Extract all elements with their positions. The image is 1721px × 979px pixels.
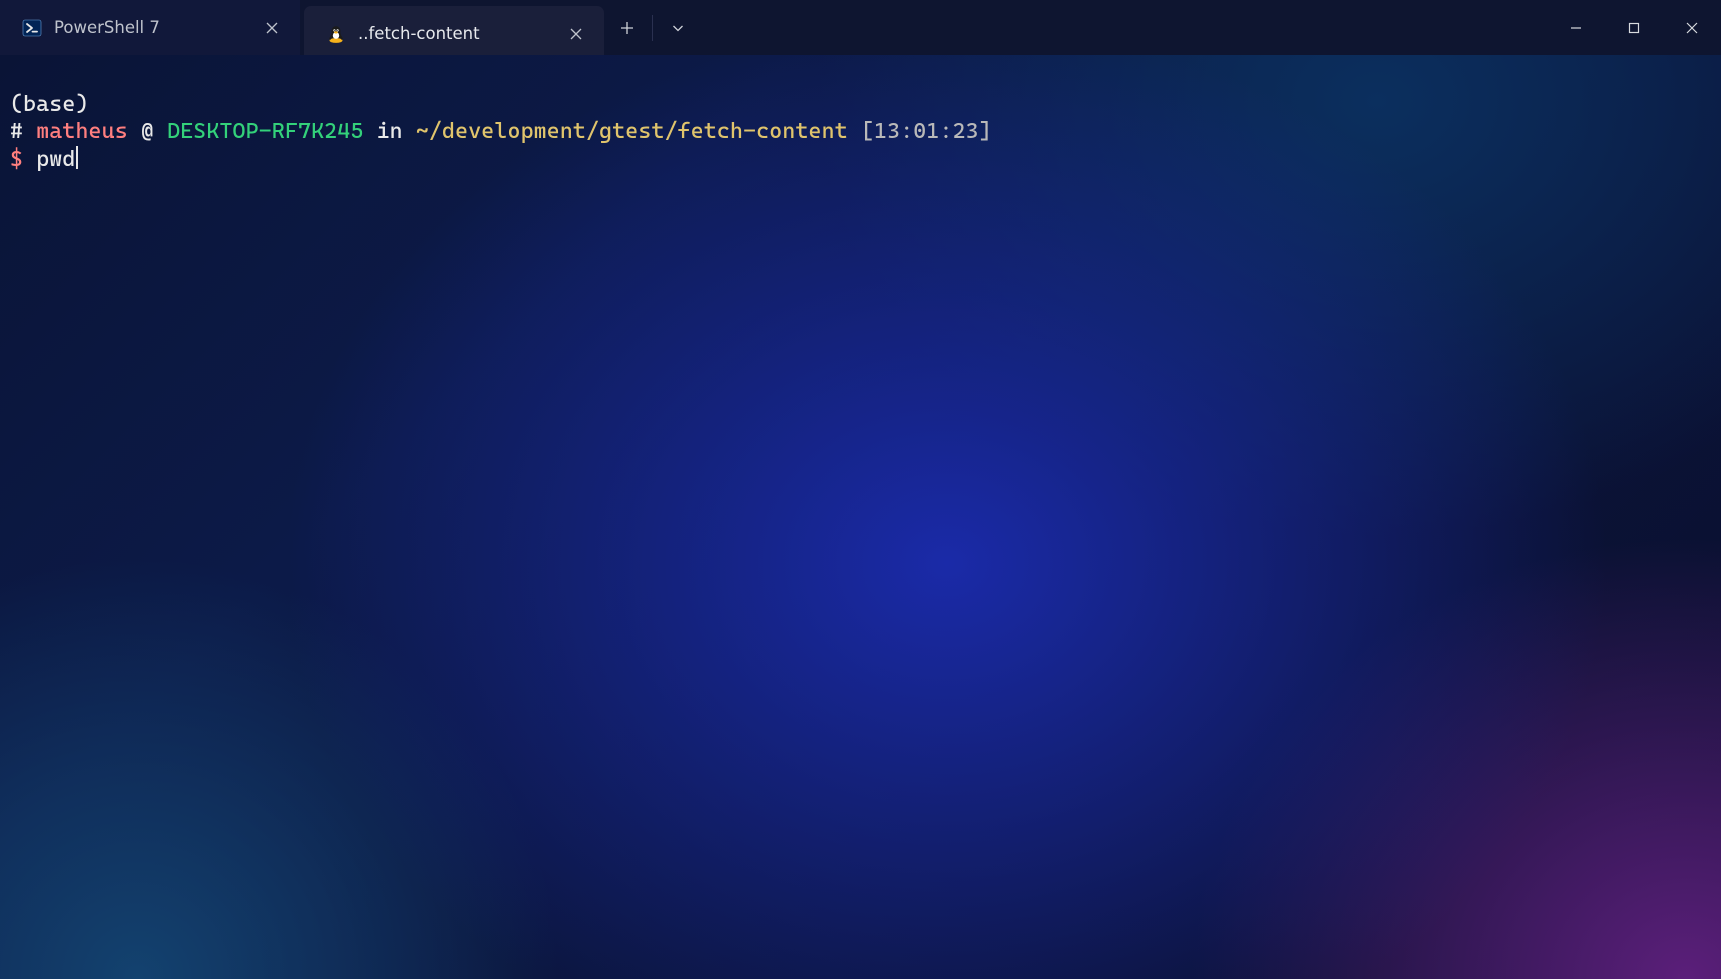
minimize-button[interactable] (1547, 0, 1605, 55)
terminal-area[interactable]: (base) # matheus @ DESKTOP-RF7K245 in ~/… (0, 55, 1721, 979)
close-icon (1686, 22, 1698, 34)
prompt-at: @ (141, 119, 154, 144)
tab-actions (604, 0, 701, 55)
window-controls (1547, 0, 1721, 55)
new-tab-button[interactable] (604, 0, 650, 55)
prompt-user: matheus (36, 119, 128, 144)
tab-close-button[interactable] (562, 20, 590, 48)
close-icon (266, 22, 278, 34)
tab-dropdown-button[interactable] (655, 0, 701, 55)
prompt-in: in (377, 119, 403, 144)
prompt-path: ~/development/gtest/fetch-content (416, 119, 848, 144)
minimize-icon (1570, 22, 1582, 34)
command-input[interactable]: pwd (36, 147, 75, 172)
maximize-icon (1628, 22, 1640, 34)
prompt-symbol: $ (10, 147, 23, 172)
plus-icon (620, 21, 634, 35)
title-bar: PowerShell 7 ..fetch-content (0, 0, 1721, 55)
tab-powershell[interactable]: PowerShell 7 (0, 0, 300, 55)
tab-title: ..fetch-content (358, 24, 550, 43)
cursor (76, 146, 78, 169)
terminal-output: (base) # matheus @ DESKTOP-RF7K245 in ~/… (0, 55, 1721, 181)
chevron-down-icon (671, 21, 685, 35)
powershell-icon (22, 18, 42, 38)
divider (652, 15, 653, 41)
prompt-time: [13:01:23] (861, 119, 992, 144)
tab-fetch-content[interactable]: ..fetch-content (304, 6, 604, 61)
close-window-button[interactable] (1663, 0, 1721, 55)
prompt-hash: # (10, 119, 23, 144)
tux-icon (326, 24, 346, 44)
prompt-host: DESKTOP-RF7K245 (167, 119, 363, 144)
tab-close-button[interactable] (258, 14, 286, 42)
close-icon (570, 28, 582, 40)
maximize-button[interactable] (1605, 0, 1663, 55)
tab-title: PowerShell 7 (54, 18, 246, 37)
env-line: (base) (10, 92, 89, 117)
